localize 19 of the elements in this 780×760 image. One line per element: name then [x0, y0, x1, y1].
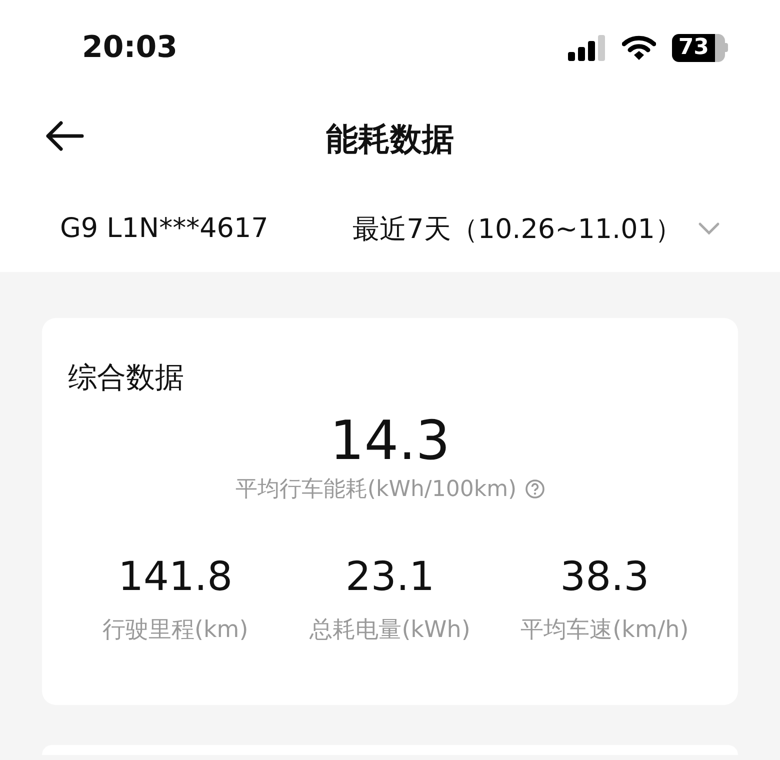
energy-label: 平均行车能耗(kWh/100km) — [235, 476, 517, 504]
energy-value: 14.3 — [330, 408, 450, 474]
chevron-down-icon[interactable] — [698, 222, 720, 235]
stat-value: 38.3 — [560, 553, 650, 602]
stat-value: 23.1 — [345, 553, 435, 602]
stat-label: 总耗电量(kWh) — [310, 616, 470, 645]
stat-label: 平均车速(km/h) — [520, 616, 689, 645]
card-title: 综合数据 — [68, 359, 185, 396]
battery-level: 73 — [672, 34, 725, 62]
vehicle-id: G9 L1N***4617 — [60, 213, 268, 244]
help-icon[interactable] — [524, 479, 545, 499]
page-title: 能耗数据 — [326, 119, 454, 160]
status-time: 20:03 — [82, 30, 178, 65]
period-selector[interactable]: 最近7天（10.26~11.01） — [352, 210, 682, 246]
wifi-icon — [622, 34, 656, 60]
stat-value: 141.8 — [118, 553, 233, 602]
signal-icon — [568, 34, 606, 60]
back-icon[interactable] — [44, 120, 84, 152]
stat-label: 行驶里程(km) — [102, 616, 248, 645]
